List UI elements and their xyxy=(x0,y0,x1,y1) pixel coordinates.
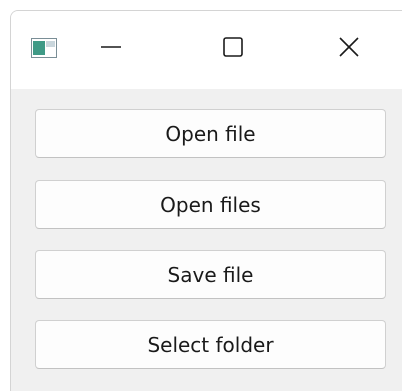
client-area: Open file Open files Save file Select fo… xyxy=(11,89,402,391)
app-window: Open file Open files Save file Select fo… xyxy=(10,10,402,391)
app-icon xyxy=(31,38,57,58)
title-bar[interactable] xyxy=(11,11,402,89)
save-file-button[interactable]: Save file xyxy=(35,250,386,299)
select-folder-button[interactable]: Select folder xyxy=(35,320,386,369)
open-files-button[interactable]: Open files xyxy=(35,180,386,229)
minimize-button[interactable] xyxy=(81,25,141,73)
maximize-button[interactable] xyxy=(203,25,263,73)
open-file-button[interactable]: Open file xyxy=(35,109,386,158)
close-button[interactable] xyxy=(319,25,379,73)
maximize-icon xyxy=(222,36,244,62)
close-icon xyxy=(338,36,360,62)
minimize-icon xyxy=(100,36,122,62)
